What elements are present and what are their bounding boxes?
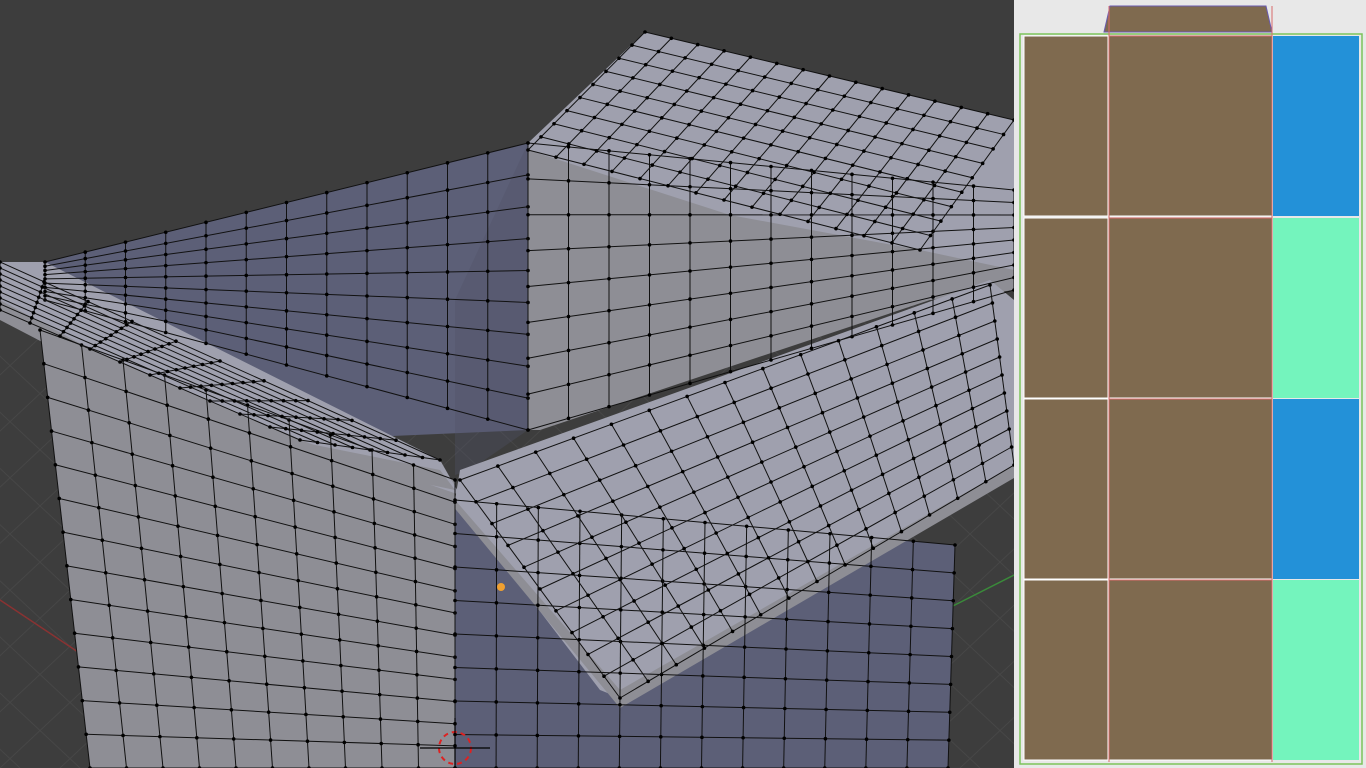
3d-scene[interactable] bbox=[0, 0, 1014, 768]
uv-image-editor[interactable] bbox=[1014, 0, 1366, 768]
uv-swatch-mint-1 bbox=[1273, 218, 1359, 398]
uv-top-tab[interactable] bbox=[1103, 5, 1273, 33]
uv-swatch-blue-0 bbox=[1273, 36, 1359, 216]
uv-island-r3c1[interactable] bbox=[1108, 579, 1273, 761]
uv-color-swatches bbox=[1273, 36, 1359, 760]
uv-island-r3c0[interactable] bbox=[1023, 579, 1109, 761]
uv-swatch-mint-3 bbox=[1273, 580, 1359, 760]
uv-layout[interactable] bbox=[1014, 0, 1366, 768]
uv-swatch-blue-2 bbox=[1273, 399, 1359, 579]
uv-island-r0c0[interactable] bbox=[1023, 35, 1109, 217]
object-origin-dot bbox=[497, 583, 505, 591]
y-axis-line bbox=[944, 574, 1014, 611]
uv-island-r2c1[interactable] bbox=[1108, 398, 1273, 580]
uv-island-r1c1[interactable] bbox=[1108, 217, 1273, 399]
uv-islands bbox=[1023, 35, 1273, 761]
uv-island-r1c0[interactable] bbox=[1023, 217, 1109, 399]
3d-viewport[interactable] bbox=[0, 0, 1014, 768]
uv-island-r0c1[interactable] bbox=[1108, 35, 1273, 217]
uv-island-r2c0[interactable] bbox=[1023, 398, 1109, 580]
